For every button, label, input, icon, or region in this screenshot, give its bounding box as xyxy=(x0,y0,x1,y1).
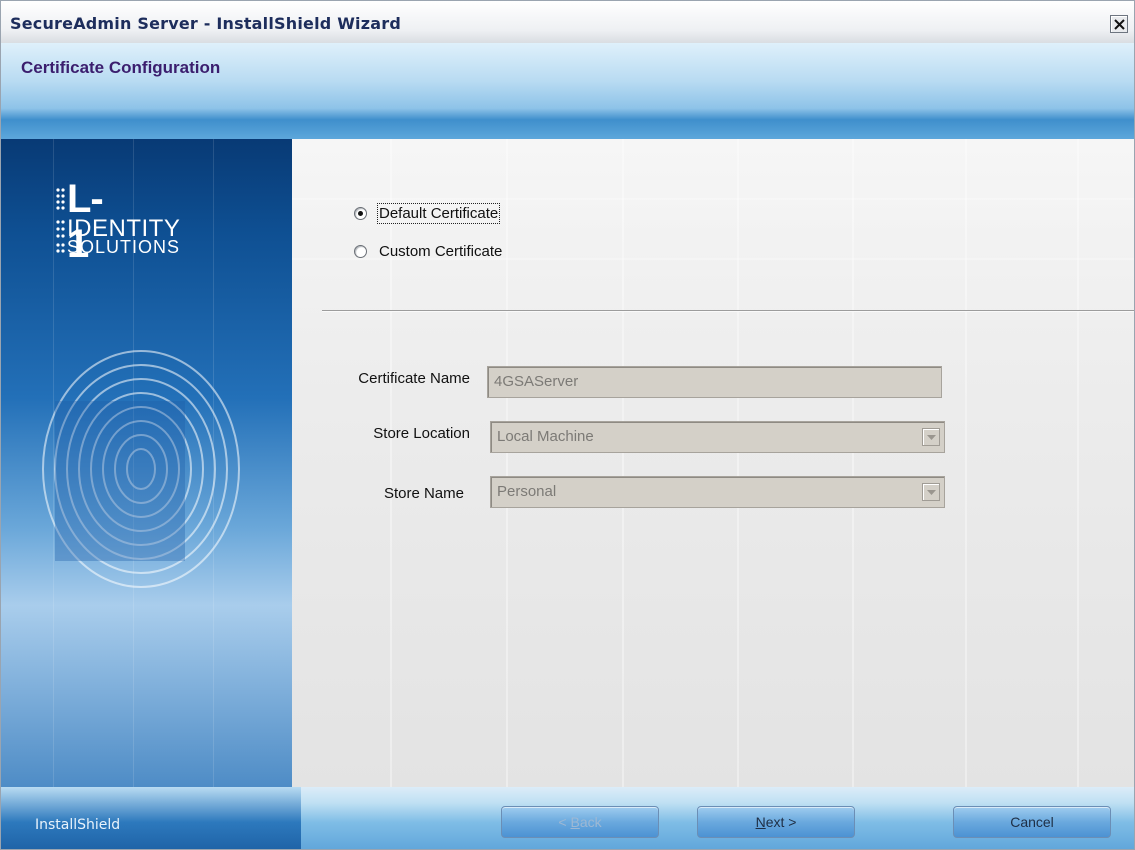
store-location-dropdown[interactable]: Local Machine xyxy=(490,421,945,453)
store-name-dropdown[interactable]: Personal xyxy=(490,476,945,508)
default-certificate-radio[interactable]: Default Certificate xyxy=(354,201,501,225)
side-banner: L-1 IDENTITY SOLUTIONS xyxy=(1,139,292,787)
installshield-brand: InstallShield xyxy=(35,817,121,833)
store-name-label: Store Name xyxy=(383,485,464,502)
next-mnemonic: N xyxy=(755,814,766,830)
custom-certificate-radio[interactable]: Custom Certificate xyxy=(354,239,503,263)
cancel-label: Cancel xyxy=(1010,814,1054,830)
back-rest: ack xyxy=(579,814,602,830)
close-icon xyxy=(1114,19,1125,30)
separator xyxy=(322,310,1134,312)
store-location-label: Store Location xyxy=(373,425,470,442)
back-prefix: < xyxy=(558,814,571,830)
title-bar[interactable]: SecureAdmin Server - InstallShield Wizar… xyxy=(1,1,1134,43)
fingerprint-icon xyxy=(42,350,240,588)
cancel-button[interactable]: Cancel xyxy=(953,806,1111,838)
chevron-down-icon xyxy=(927,490,936,495)
content-panel: Default Certificate Custom Certificate C… xyxy=(292,139,1134,787)
logo-solutions-text: SOLUTIONS xyxy=(67,237,181,257)
page-title: Certificate Configuration xyxy=(21,58,221,77)
certificate-name-field[interactable]: 4GSAServer xyxy=(487,366,942,398)
custom-certificate-label: Custom Certificate xyxy=(379,242,503,260)
logo-dots-icon xyxy=(56,188,65,253)
close-button[interactable] xyxy=(1110,15,1128,33)
certificate-name-value: 4GSAServer xyxy=(494,373,579,390)
background-grid xyxy=(292,139,1134,787)
back-button[interactable]: < Back xyxy=(501,806,659,838)
footer-brand-area: InstallShield xyxy=(1,787,301,849)
radio-checked-icon xyxy=(354,206,367,220)
footer-bar: InstallShield < Back Next > Cancel xyxy=(1,787,1134,849)
radio-unchecked-icon xyxy=(354,244,367,258)
window-title: SecureAdmin Server - InstallShield Wizar… xyxy=(10,14,401,33)
next-button[interactable]: Next > xyxy=(697,806,855,838)
store-location-arrow[interactable] xyxy=(922,428,940,446)
back-mnemonic: B xyxy=(570,814,580,830)
store-name-arrow[interactable] xyxy=(922,483,940,501)
default-certificate-label: Default Certificate xyxy=(376,202,501,224)
next-rest: ext > xyxy=(765,814,797,830)
store-name-value: Personal xyxy=(497,483,557,500)
installer-window: SecureAdmin Server - InstallShield Wizar… xyxy=(0,0,1135,850)
store-location-value: Local Machine xyxy=(497,428,594,445)
header-band: Certificate Configuration xyxy=(1,43,1134,139)
certificate-name-label: Certificate Name xyxy=(358,370,470,387)
chevron-down-icon xyxy=(927,435,936,440)
